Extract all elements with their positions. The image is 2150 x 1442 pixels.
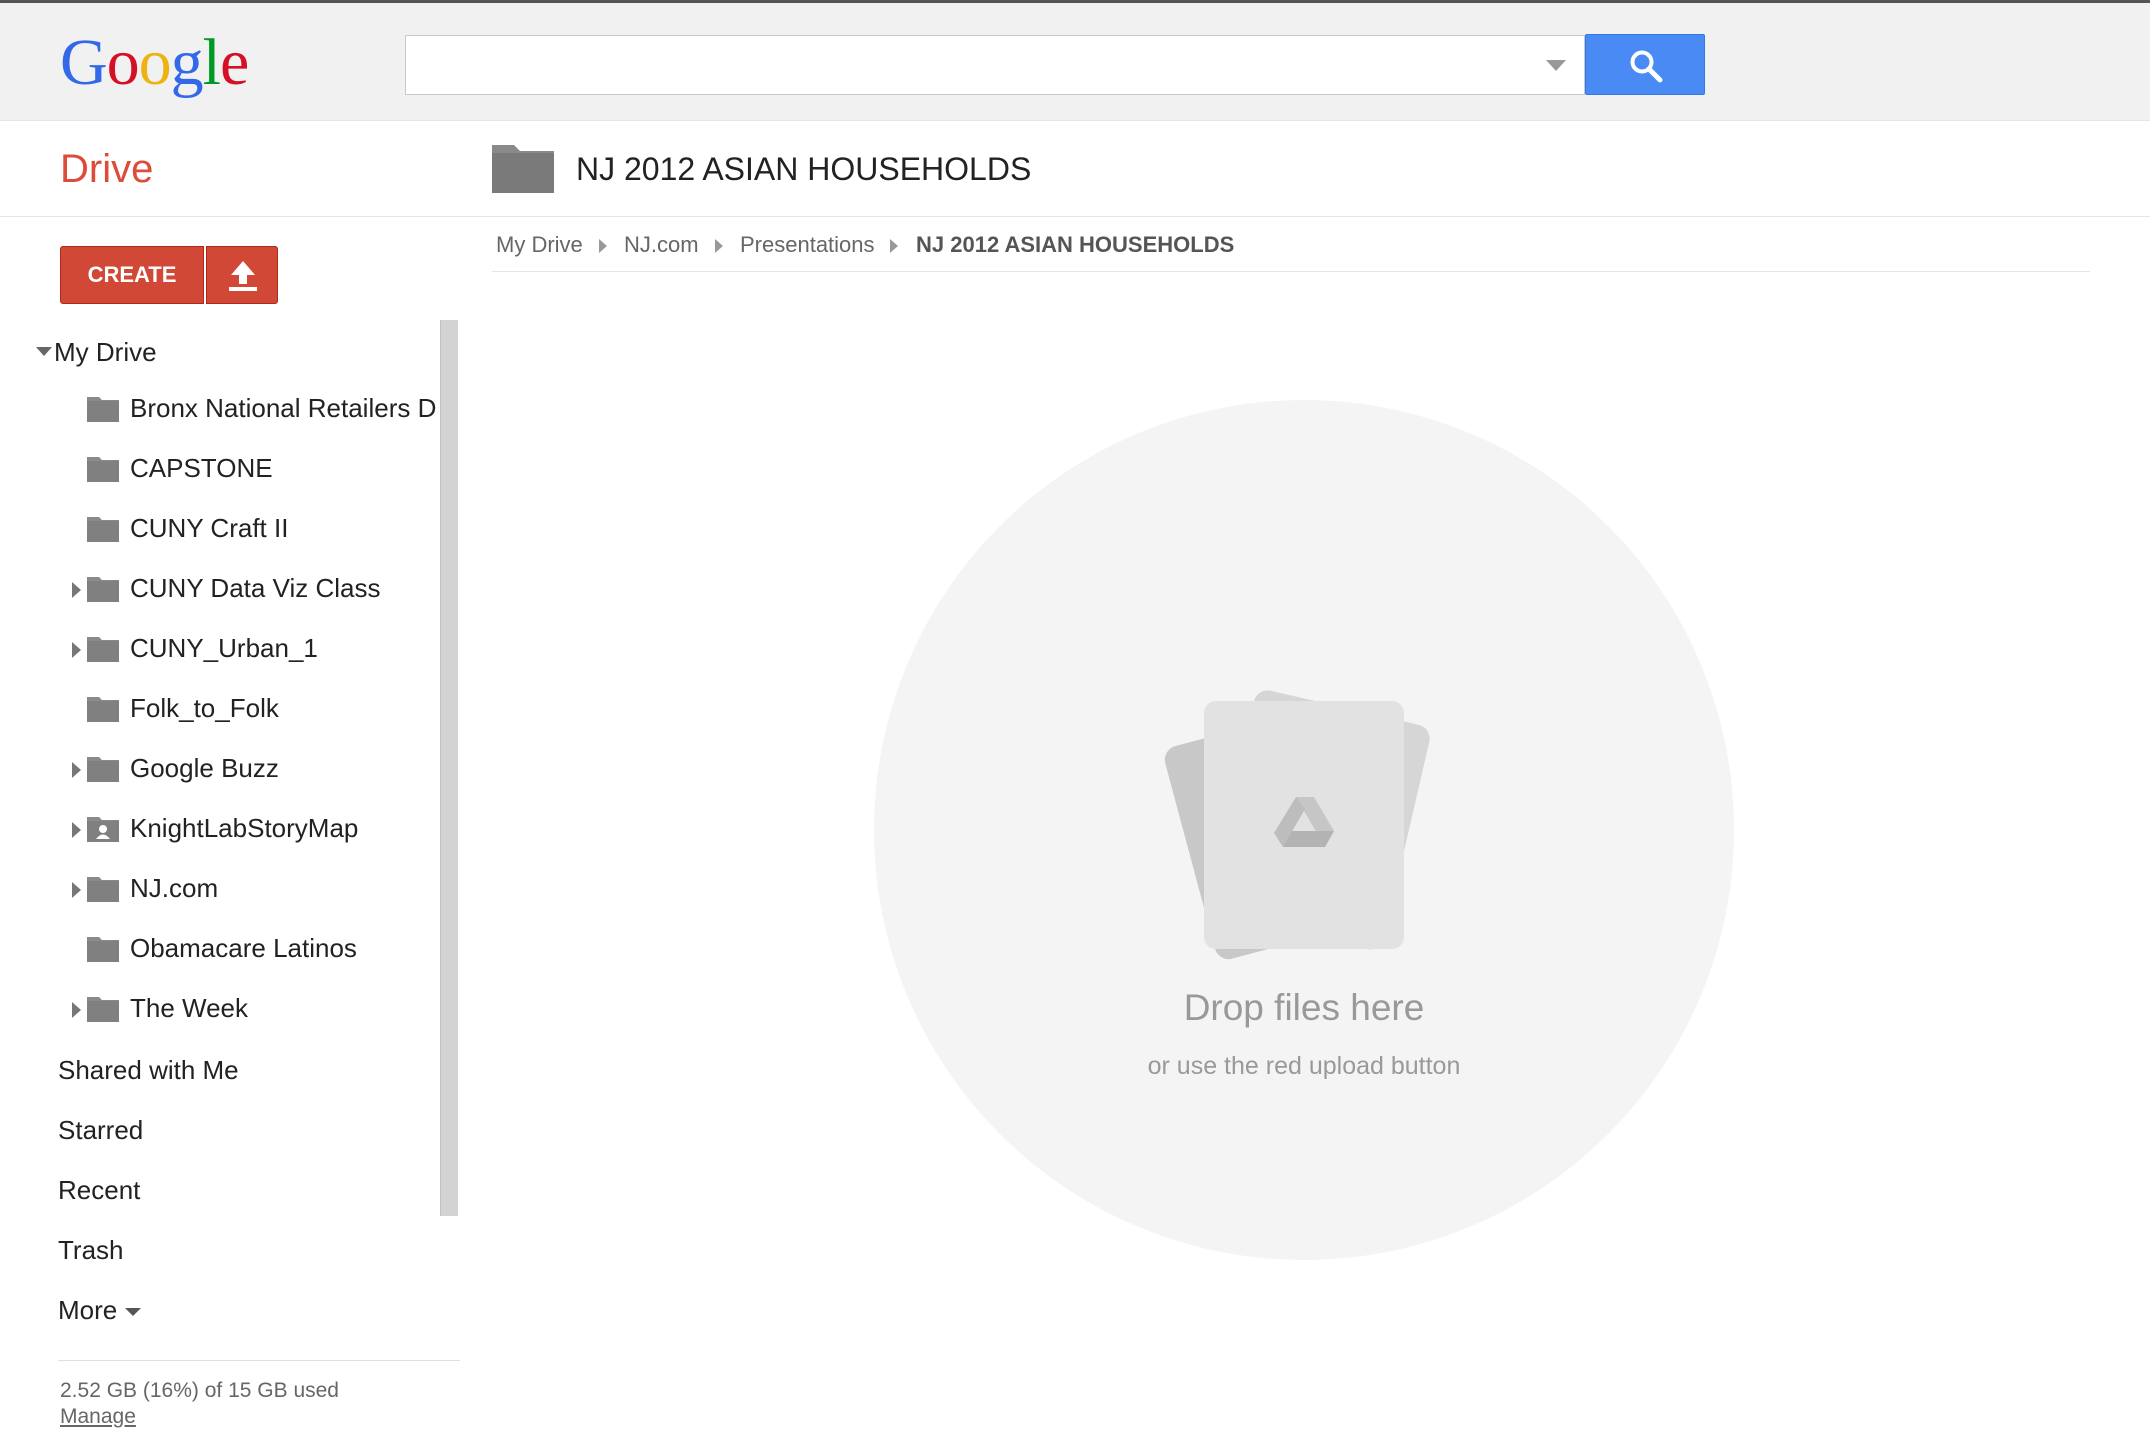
folder-label: Bronx National Retailers D xyxy=(130,393,437,423)
caret-down-icon xyxy=(125,1308,142,1317)
chevron-right-icon[interactable] xyxy=(72,762,81,778)
nav-more-label: More xyxy=(58,1295,118,1325)
folder-label: Obamacare Latinos xyxy=(130,933,357,963)
folder-label: CUNY Data Viz Class xyxy=(130,573,381,603)
folder-label: Folk_to_Folk xyxy=(130,693,279,723)
folder-label: The Week xyxy=(130,993,249,1023)
tree-root-label: My Drive xyxy=(54,337,157,367)
folder-label: CUNY_Urban_1 xyxy=(130,633,318,663)
folder-icon xyxy=(87,637,119,662)
folder-icon xyxy=(87,937,119,962)
chevron-right-icon[interactable] xyxy=(72,642,81,658)
chevron-right-icon xyxy=(890,239,898,253)
folder-icon xyxy=(87,877,119,902)
folder-icon xyxy=(87,997,119,1022)
sidebar-scrollbar[interactable] xyxy=(440,320,458,1216)
chevron-right-icon xyxy=(599,239,607,253)
drive-logo-icon xyxy=(1164,690,1430,960)
logo-letter: o xyxy=(106,26,140,99)
logo-letter: G xyxy=(60,26,108,99)
folder-icon xyxy=(87,577,119,602)
chevron-right-icon[interactable] xyxy=(72,1002,81,1018)
caret-down-icon[interactable] xyxy=(36,346,52,356)
logo-letter: g xyxy=(170,26,204,99)
folder-item[interactable]: Folk_to_Folk xyxy=(70,688,440,732)
folder-label: NJ.com xyxy=(130,873,219,903)
chevron-right-icon[interactable] xyxy=(72,882,81,898)
drop-subtitle: or use the red upload button xyxy=(1147,1052,1461,1080)
page-title: NJ 2012 ASIAN HOUSEHOLDS xyxy=(576,151,1032,187)
nav-recent[interactable]: Recent xyxy=(58,1174,140,1206)
folder-item[interactable]: Obamacare Latinos xyxy=(70,928,440,972)
folder-icon xyxy=(87,397,119,422)
breadcrumb-item[interactable]: NJ.com xyxy=(624,230,699,260)
folder-icon xyxy=(87,457,119,482)
folder-item[interactable]: CUNY Craft II xyxy=(70,508,440,552)
upload-button[interactable] xyxy=(206,246,278,304)
logo-letter: l xyxy=(202,26,221,99)
folder-item[interactable]: Google Buzz xyxy=(70,748,440,792)
logo-letter: o xyxy=(138,26,172,99)
breadcrumb-item[interactable]: Presentations xyxy=(740,230,875,260)
folder-label: KnightLabStoryMap xyxy=(130,813,359,843)
create-button[interactable]: CREATE xyxy=(60,246,204,304)
folder-icon xyxy=(87,517,119,542)
chevron-right-icon[interactable] xyxy=(72,582,81,598)
folder-item[interactable]: CAPSTONE xyxy=(70,448,440,492)
breadcrumb-current: NJ 2012 ASIAN HOUSEHOLDS xyxy=(916,232,1235,257)
storage-usage: 2.52 GB (16%) of 15 GB used xyxy=(60,1379,339,1402)
header-row: Drive NJ 2012 ASIAN HOUSEHOLDS xyxy=(0,121,2150,217)
sidebar-divider xyxy=(58,1360,460,1361)
chevron-down-icon[interactable] xyxy=(1546,60,1566,71)
folder-label: CUNY Craft II xyxy=(130,513,289,543)
folder-item[interactable]: CUNY_Urban_1 xyxy=(70,628,440,672)
drop-title: Drop files here xyxy=(1183,987,1425,1028)
shared-folder-icon xyxy=(87,817,119,842)
google-logo[interactable]: Google xyxy=(60,23,249,103)
folder-item[interactable]: The Week xyxy=(70,988,440,1032)
folder-label: Google Buzz xyxy=(130,753,279,783)
search-input[interactable] xyxy=(406,36,1584,94)
search-button[interactable] xyxy=(1585,34,1705,95)
folder-tree: My Drive Bronx National Retailers D CAPS… xyxy=(0,318,440,1218)
nav-more[interactable]: More xyxy=(58,1294,142,1326)
logo-letter: e xyxy=(220,26,249,99)
upload-icon xyxy=(229,261,257,291)
folder-label: CAPSTONE xyxy=(130,453,273,483)
breadcrumb-item[interactable]: My Drive xyxy=(496,230,583,260)
manage-storage-link[interactable]: Manage xyxy=(60,1404,136,1430)
search-box xyxy=(405,35,1585,95)
top-bar: Google xyxy=(0,0,2150,121)
nav-starred[interactable]: Starred xyxy=(58,1114,143,1146)
folder-item[interactable]: CUNY Data Viz Class xyxy=(70,568,440,612)
folder-icon xyxy=(87,757,119,782)
chevron-right-icon[interactable] xyxy=(72,822,81,838)
nav-trash[interactable]: Trash xyxy=(58,1234,124,1266)
folder-icon xyxy=(492,145,554,193)
tree-root-my-drive[interactable]: My Drive xyxy=(36,336,157,368)
folder-item[interactable]: Bronx National Retailers D xyxy=(70,388,440,432)
breadcrumb: My Drive NJ.com Presentations NJ 2012 AS… xyxy=(492,230,2090,272)
search-icon xyxy=(1630,50,1663,83)
chevron-right-icon xyxy=(715,239,723,253)
app-title[interactable]: Drive xyxy=(60,145,153,193)
folder-item[interactable]: KnightLabStoryMap xyxy=(70,808,440,852)
nav-shared-with-me[interactable]: Shared with Me xyxy=(58,1054,239,1086)
folder-item[interactable]: NJ.com xyxy=(70,868,440,912)
folder-icon xyxy=(87,697,119,722)
